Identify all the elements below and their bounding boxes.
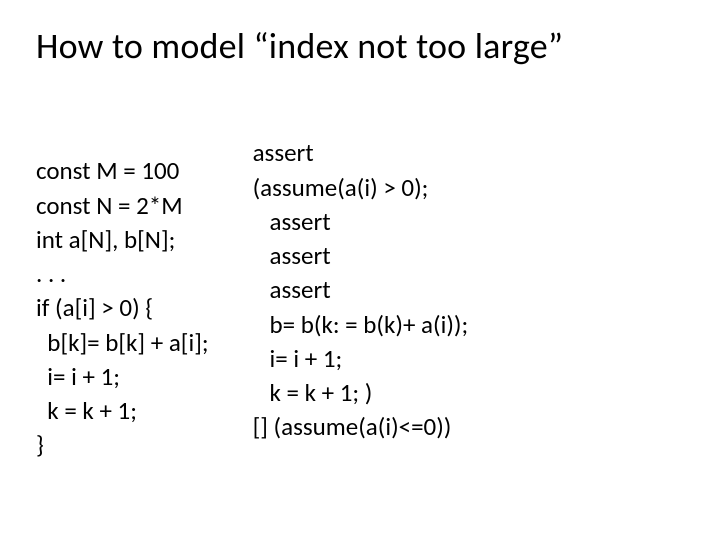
code-line: b= b(k: = b(k)+ a(i)); xyxy=(253,309,469,340)
code-left-column: const M = 100 const N = 2*M int a[N], b[… xyxy=(36,120,209,497)
code-line: (assume(a(i) > 0); xyxy=(253,172,429,203)
code-line: const M = 100 xyxy=(36,155,179,186)
slide-title: How to model “index not too large” xyxy=(36,24,684,68)
code-line: assert xyxy=(253,137,314,168)
code-line: i= i + 1; xyxy=(253,343,343,374)
code-line: assert xyxy=(253,240,331,271)
code-line: [] (assume(a(i)<=0)) xyxy=(253,411,452,442)
content-columns: const M = 100 const N = 2*M int a[N], b[… xyxy=(36,102,684,497)
code-line: assert xyxy=(253,274,331,305)
code-line: int a[N], b[N]; xyxy=(36,224,175,255)
code-line: k = k + 1; ) xyxy=(253,377,373,408)
code-line: if (a[i] > 0) { xyxy=(36,292,153,323)
code-line: } xyxy=(36,429,44,460)
code-line: . . . xyxy=(36,258,66,289)
code-line: assert xyxy=(253,206,331,237)
code-line: k = k + 1; xyxy=(36,395,137,426)
code-line: const N = 2*M xyxy=(36,190,183,221)
slide: How to model “index not too large” const… xyxy=(0,0,720,540)
code-right-column: assert (assume(a(i) > 0); assert assert … xyxy=(253,102,469,497)
code-line: b[k]= b[k] + a[i]; xyxy=(36,327,209,358)
code-line: i= i + 1; xyxy=(36,361,120,392)
